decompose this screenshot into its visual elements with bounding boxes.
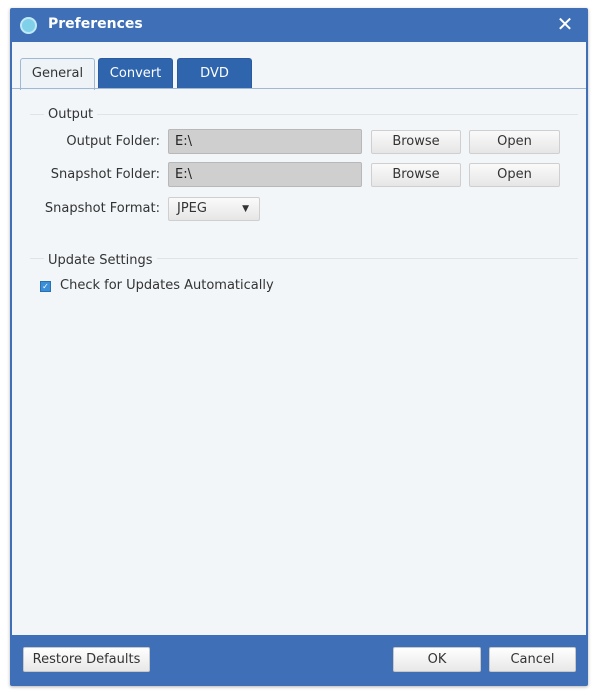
snapshot-browse-button[interactable]: Browse [371, 163, 461, 187]
close-icon[interactable]: ✕ [553, 12, 577, 36]
snapshot-format-select[interactable]: JPEG ▼ [168, 197, 260, 221]
output-folder-input[interactable]: E:\ [168, 129, 362, 154]
output-browse-button[interactable]: Browse [371, 130, 461, 154]
tab-dvd[interactable]: DVD [177, 58, 252, 89]
title-bar[interactable]: Preferences ✕ [10, 8, 588, 42]
output-section-label: Output [44, 107, 98, 122]
tab-general[interactable]: General [20, 58, 95, 90]
snapshot-folder-label: Snapshot Folder: [50, 167, 160, 182]
auto-update-label[interactable]: Check for Updates Automatically [60, 278, 274, 293]
tab-convert[interactable]: Convert [98, 58, 173, 89]
update-section-label: Update Settings [44, 253, 157, 268]
chevron-down-icon: ▼ [242, 204, 249, 214]
output-open-button[interactable]: Open [469, 130, 560, 154]
snapshot-format-label: Snapshot Format: [44, 201, 160, 216]
app-film-reel-icon [20, 17, 37, 34]
ok-button[interactable]: OK [393, 647, 481, 672]
snapshot-folder-input[interactable]: E:\ [168, 162, 362, 187]
divider [30, 114, 578, 115]
snapshot-open-button[interactable]: Open [469, 163, 560, 187]
auto-update-checkbox[interactable]: ✓ [40, 281, 51, 292]
dialog-title: Preferences [48, 16, 143, 32]
snapshot-format-value: JPEG [177, 201, 207, 216]
output-folder-label: Output Folder: [66, 134, 160, 149]
cancel-button[interactable]: Cancel [489, 647, 576, 672]
restore-defaults-button[interactable]: Restore Defaults [23, 647, 150, 672]
